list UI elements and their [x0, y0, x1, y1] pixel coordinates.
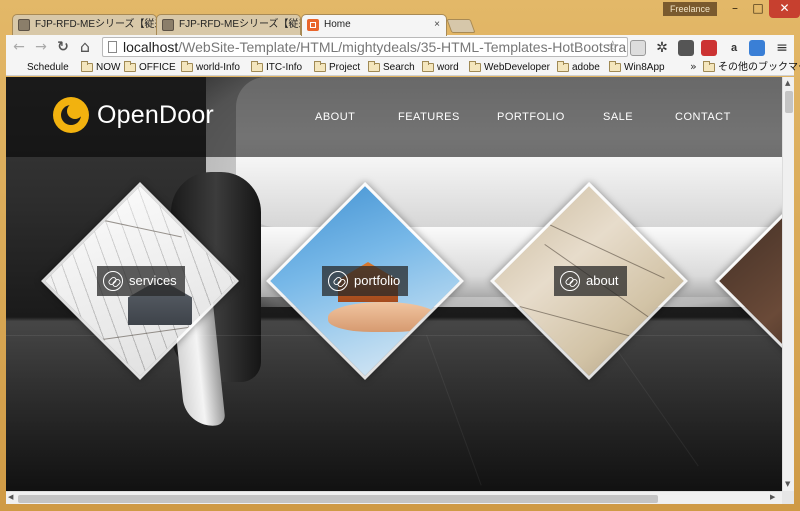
translate-icon[interactable]: [749, 40, 765, 56]
url-host: localhost: [123, 39, 179, 55]
bookmark-folder-project[interactable]: Project: [314, 59, 360, 76]
amazon-icon[interactable]: a: [726, 40, 742, 56]
folder-icon: [314, 61, 326, 72]
tab-close-icon[interactable]: ×: [144, 15, 150, 35]
bookmark-folder-adobe[interactable]: adobe: [557, 59, 600, 76]
bookmark-label: world-Info: [196, 62, 240, 73]
folder-icon: [368, 61, 380, 72]
bookmark-label: Win8App: [624, 62, 665, 73]
folder-icon: [181, 61, 193, 72]
bookmark-folder-itc-info[interactable]: ITC-Info: [251, 59, 302, 76]
tile-portfolio-label[interactable]: portfolio: [322, 266, 409, 296]
bookmark-label: OFFICE: [139, 62, 176, 73]
minimize-button[interactable]: –: [723, 0, 747, 18]
new-tab-button[interactable]: [446, 19, 476, 33]
page-info-icon[interactable]: [108, 41, 117, 53]
bookmark-folder-word[interactable]: word: [422, 59, 459, 76]
bookmark-label: WebDeveloper: [484, 62, 550, 73]
bookmark-label: word: [437, 62, 459, 73]
tile-label-text: portfolio: [354, 273, 401, 288]
extension-puzzle-icon[interactable]: [678, 40, 694, 56]
opendoor-logo-icon[interactable]: [53, 97, 89, 133]
tab-title: Home: [324, 19, 351, 30]
tile-about-label[interactable]: about: [554, 266, 627, 296]
menu-icon[interactable]: ≡: [774, 40, 790, 56]
bookmark-folder-world-info[interactable]: world-Info: [181, 59, 240, 76]
tab-fjp-2[interactable]: FJP-RFD-MEシリーズ【従来 ×: [156, 14, 301, 35]
bookmark-label: adobe: [572, 62, 600, 73]
page-favicon-icon: [162, 19, 174, 31]
page-favicon-icon: [18, 19, 30, 31]
bookmark-folder-office[interactable]: OFFICE: [124, 59, 176, 76]
tile-label-text: about: [586, 273, 619, 288]
tab-title: FJP-RFD-MEシリーズ【従来: [35, 19, 157, 30]
bookmark-label: Schedule: [27, 62, 69, 73]
bookmark-label: ITC-Info: [266, 62, 303, 73]
bookmarks-bar: Schedule NOW OFFICE world-Info ITC-Info …: [6, 59, 800, 76]
tab-home[interactable]: Home ×: [301, 14, 447, 36]
scroll-up-icon[interactable]: ▲: [785, 79, 790, 87]
site-logo-text[interactable]: OpenDoor: [97, 101, 214, 130]
folder-icon: [703, 61, 715, 72]
settings-gear-icon[interactable]: ✲: [654, 40, 670, 56]
maximize-button[interactable]: □: [747, 0, 769, 18]
page-viewport: OpenDoor ABOUT FEATURES PORTFOLIO SALE C…: [6, 77, 782, 491]
tab-close-icon[interactable]: ×: [434, 15, 440, 35]
bookmark-folder-webdeveloper[interactable]: WebDeveloper: [469, 59, 550, 76]
folder-icon: [81, 61, 93, 72]
bookmark-label: Project: [329, 62, 361, 73]
home-icon[interactable]: ⌂: [76, 38, 94, 56]
nav-sale[interactable]: SALE: [603, 111, 633, 123]
scroll-right-icon[interactable]: ▶: [770, 493, 775, 501]
bookmark-label: NOW: [96, 62, 121, 73]
address-bar[interactable]: localhost/WebSite-Template/HTML/mightyde…: [102, 37, 628, 57]
back-icon[interactable]: ←: [10, 38, 28, 56]
bookmark-folder-now[interactable]: NOW: [81, 59, 120, 76]
nav-portfolio[interactable]: PORTFOLIO: [497, 111, 565, 123]
tile-label-text: services: [129, 273, 177, 288]
scroll-down-icon[interactable]: ▼: [785, 480, 790, 488]
more-bookmarks-chevron-icon[interactable]: »: [690, 59, 697, 75]
folder-icon: [422, 61, 434, 72]
link-icon: [103, 271, 123, 291]
folder-icon: [557, 61, 569, 72]
tab-fjp-1[interactable]: FJP-RFD-MEシリーズ【従来 ×: [12, 14, 157, 35]
browser-toolbar: ← → ↻ ⌂ localhost/WebSite-Template/HTML/…: [6, 35, 794, 59]
bookmark-folder-search[interactable]: Search: [368, 59, 415, 76]
link-icon: [560, 271, 580, 291]
tab-title: FJP-RFD-MEシリーズ【従来: [179, 19, 301, 30]
link-icon: [328, 271, 348, 291]
folder-icon: [609, 61, 621, 72]
bookmark-star-icon[interactable]: ☆: [606, 37, 619, 55]
tile-services-label[interactable]: services: [97, 266, 185, 296]
reload-icon[interactable]: ↻: [54, 38, 72, 56]
nav-contact[interactable]: CONTACT: [675, 111, 731, 123]
bookmark-folder-win8app[interactable]: Win8App: [609, 59, 665, 76]
bookmark-label: その他のブックマーク: [718, 62, 800, 73]
scroll-left-icon[interactable]: ◀: [8, 493, 13, 501]
close-window-button[interactable]: ✕: [769, 0, 800, 18]
folder-icon: [251, 61, 263, 72]
forward-icon[interactable]: →: [32, 38, 50, 56]
folder-icon: [469, 61, 481, 72]
scrollbar-corner: [782, 491, 794, 504]
bookmark-label: Search: [383, 62, 415, 73]
bookmark-schedule[interactable]: Schedule: [12, 59, 69, 76]
nav-about[interactable]: ABOUT: [315, 111, 355, 123]
nav-features[interactable]: FEATURES: [398, 111, 460, 123]
vertical-scrollbar[interactable]: ▲ ▼: [782, 77, 794, 491]
folder-icon: [124, 61, 136, 72]
horizontal-scroll-thumb[interactable]: [18, 495, 658, 503]
tab-close-icon[interactable]: ×: [288, 15, 294, 35]
url-path: /WebSite-Template/HTML/mightydeals/35-HT…: [178, 39, 628, 55]
profile-badge[interactable]: Freelance: [663, 2, 717, 16]
bookmark-folder-other[interactable]: その他のブックマーク: [703, 59, 800, 76]
html5-favicon-icon: [307, 19, 319, 31]
extension-in-icon[interactable]: [630, 40, 646, 56]
extension-red-icon[interactable]: [701, 40, 717, 56]
vertical-scroll-thumb[interactable]: [785, 91, 793, 113]
horizontal-scrollbar[interactable]: ◀ ▶: [6, 491, 782, 504]
